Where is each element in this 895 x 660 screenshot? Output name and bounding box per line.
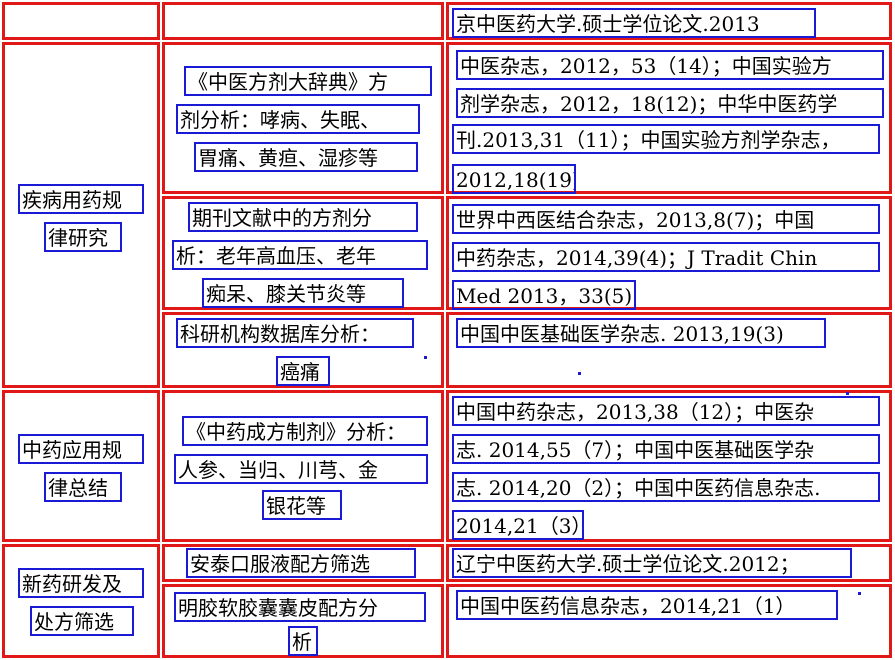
method-line: 癌痛 bbox=[276, 356, 330, 386]
source-line: 中国中医基础医学杂志. 2013,19(3) bbox=[456, 318, 826, 348]
method-line: 明胶软胶囊囊皮配方分 bbox=[174, 592, 426, 622]
table-cell bbox=[162, 2, 444, 40]
stray-mark bbox=[578, 372, 581, 375]
source-line: 中国中药杂志，2013,38（12）；中医杂 bbox=[452, 396, 880, 426]
source-line: 中药杂志，2014,39(4)；J Tradit Chin bbox=[452, 242, 880, 272]
table-cell bbox=[2, 544, 160, 658]
stray-mark bbox=[858, 592, 861, 595]
source-line: 志. 2014,20（2）；中国中医药信息杂志. bbox=[452, 472, 880, 502]
category-line: 律总结 bbox=[44, 472, 122, 502]
table-cell bbox=[2, 390, 160, 542]
category-line: 新药研发及 bbox=[18, 568, 144, 598]
source-line: 中国中医药信息杂志，2014,21（1） bbox=[456, 590, 838, 620]
method-line: 析 bbox=[288, 626, 318, 656]
source-line: 剂学杂志，2012，18(12)；中华中医药学 bbox=[456, 88, 884, 118]
stray-mark bbox=[424, 356, 427, 359]
source-line: 京中医药大学.硕士学位论文.2013 bbox=[452, 8, 816, 38]
method-line: 《中医方剂大辞典》方 bbox=[184, 66, 432, 96]
method-line: 剂分析：哮病、失眠、 bbox=[176, 104, 420, 134]
category-line: 疾病用药规 bbox=[18, 184, 144, 214]
category-line: 律研究 bbox=[44, 222, 122, 252]
method-line: 安泰口服液配方筛选 bbox=[186, 548, 416, 578]
table-cell bbox=[2, 2, 160, 40]
method-line: 期刊文献中的方剂分 bbox=[188, 202, 418, 232]
source-line: 中医杂志，2012，53（14）；中国实验方 bbox=[456, 50, 884, 80]
category-line: 处方筛选 bbox=[30, 606, 134, 636]
method-line: 胃痛、黄疸、湿疹等 bbox=[194, 142, 418, 172]
method-line: 《中药成方制剂》分析： bbox=[182, 416, 428, 446]
source-line: 刊.2013,31（11）；中国实验方剂学杂志， bbox=[452, 124, 880, 154]
source-line: 辽宁中医药大学.硕士学位论文.2012； bbox=[452, 548, 852, 578]
source-line: 2014,21（3） bbox=[452, 510, 584, 540]
source-line: Med 2013，33(5) bbox=[452, 280, 636, 310]
table-cell bbox=[2, 42, 160, 388]
source-line: 2012,18(19) bbox=[452, 164, 576, 194]
method-line: 银花等 bbox=[262, 490, 342, 520]
method-line: 析：老年高血压、老年 bbox=[172, 240, 428, 270]
method-line: 人参、当归、川芎、金 bbox=[174, 454, 428, 484]
method-line: 痴呆、膝关节炎等 bbox=[202, 278, 404, 308]
source-line: 志. 2014,55（7）；中国中医基础医学杂 bbox=[452, 434, 880, 464]
category-line: 中药应用规 bbox=[18, 434, 144, 464]
stray-mark bbox=[846, 392, 849, 395]
source-line: 世界中西医结合杂志，2013,8(7)；中国 bbox=[452, 204, 880, 234]
method-line: 科研机构数据库分析： bbox=[176, 318, 414, 348]
